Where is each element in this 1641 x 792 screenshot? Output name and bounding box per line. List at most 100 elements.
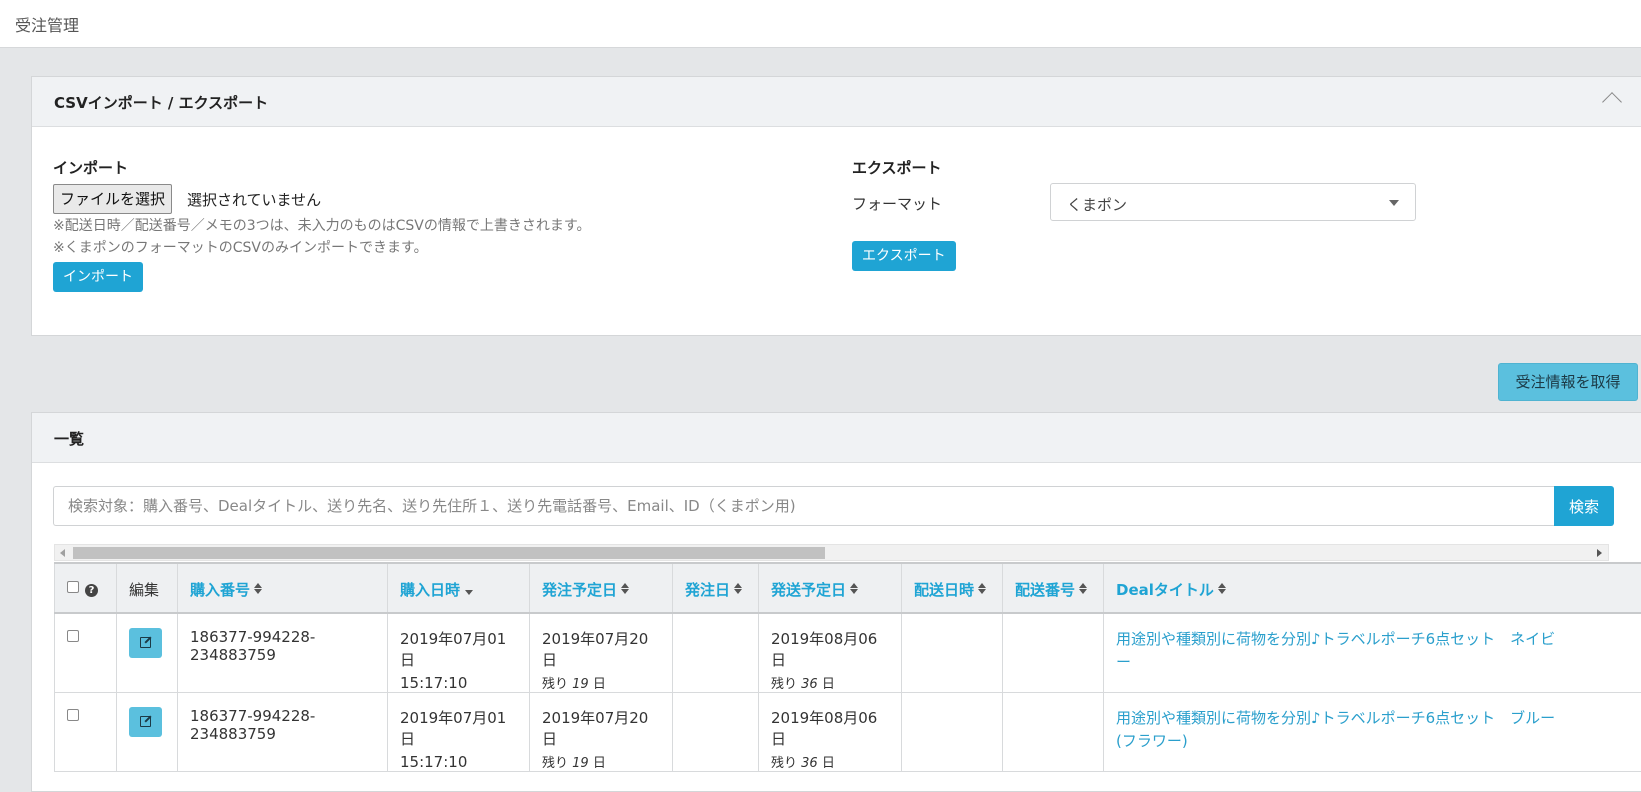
purchase-time: 15:17:10 — [400, 753, 517, 771]
col-purchase-no[interactable]: 購入番号 — [178, 563, 388, 613]
deal-title-cell[interactable]: 用途別や種類別に荷物を分別♪トラベルポーチ6点セット ブルー(フラワー) — [1104, 693, 1641, 772]
delivery-datetime-cell — [902, 693, 1003, 772]
col-delivery-datetime-label: 配送日時 — [914, 581, 974, 599]
order-planned-cell: 2019年07月20日残り 19 日 — [530, 613, 673, 693]
col-deal-title[interactable]: Dealタイトル — [1104, 563, 1641, 613]
sort-icon — [621, 583, 629, 594]
import-note-2: ※くまポンのフォーマットのCSVのみインポートできます。 — [53, 237, 428, 257]
sort-icon — [978, 583, 986, 594]
row-edit-cell — [117, 613, 178, 693]
sort-icon — [1218, 583, 1226, 594]
csv-panel-header[interactable]: CSVインポート / エクスポート — [32, 77, 1641, 127]
select-all-checkbox[interactable] — [67, 581, 79, 593]
purchase-no-cell: 186377-994228-234883759 — [178, 613, 388, 693]
table-row: 186377-994228-234883759 2019年07月01日 15:17… — [55, 693, 1641, 772]
ship-remain: 残り 36 日 — [771, 752, 889, 771]
export-button[interactable]: エクスポート — [852, 241, 956, 271]
edit-button[interactable] — [129, 628, 162, 658]
purchase-date: 2019年07月01日 — [400, 628, 517, 670]
row-checkbox[interactable] — [67, 709, 79, 721]
ship-planned-date: 2019年08月06日 — [771, 707, 889, 749]
row-edit-cell — [117, 693, 178, 772]
collapse-chevron-icon[interactable] — [1602, 92, 1622, 112]
order-planned-date: 2019年07月20日 — [542, 628, 660, 670]
format-label: フォーマット — [852, 193, 942, 214]
row-checkbox[interactable] — [67, 630, 79, 642]
deal-title-cell[interactable]: 用途別や種類別に荷物を分別♪トラベルポーチ6点セット ネイビー — [1104, 613, 1641, 693]
import-note-1: ※配送日時／配送番号／メモの3つは、未入力のものはCSVの情報で上書きされます。 — [53, 215, 590, 235]
delivery-datetime-cell — [902, 613, 1003, 693]
scroll-right-icon[interactable] — [1597, 549, 1602, 557]
help-icon[interactable]: ? — [85, 584, 98, 597]
col-deal-title-label: Dealタイトル — [1116, 581, 1214, 599]
col-order-planned-label: 発注予定日 — [542, 581, 617, 599]
export-heading: エクスポート — [852, 157, 942, 178]
scroll-left-icon[interactable] — [60, 549, 65, 557]
format-select[interactable]: くまポン — [1050, 183, 1416, 221]
deal-title-link[interactable]: 用途別や種類別に荷物を分別♪トラベルポーチ6点セット ブルー — [1116, 707, 1641, 728]
col-order-date-label: 発注日 — [685, 581, 730, 599]
col-ship-planned[interactable]: 発送予定日 — [759, 563, 902, 613]
csv-panel: CSVインポート / エクスポート インポート ファイルを選択 選択されていませ… — [31, 76, 1641, 336]
deal-title-cont[interactable]: ー — [1116, 651, 1641, 672]
purchase-date-cell: 2019年07月01日 15:17:10 — [388, 693, 530, 772]
ship-planned-cell: 2019年08月06日残り 36 日 — [759, 693, 902, 772]
search-button[interactable]: 検索 — [1554, 486, 1614, 526]
purchase-date: 2019年07月01日 — [400, 707, 517, 749]
sort-desc-icon — [465, 590, 473, 595]
col-delivery-no[interactable]: 配送番号 — [1003, 563, 1104, 613]
sort-icon — [850, 583, 858, 594]
deal-title-link[interactable]: 用途別や種類別に荷物を分別♪トラベルポーチ6点セット ネイビ — [1116, 628, 1641, 649]
table-header-row: ? 編集 購入番号 購入日時 発注予定日 発注日 発送予定日 配送日時 配送番号… — [55, 563, 1641, 613]
fetch-orders-button[interactable]: 受注情報を取得 — [1498, 363, 1638, 401]
order-remain: 残り 19 日 — [542, 752, 660, 771]
deal-title-cont[interactable]: (フラワー) — [1116, 730, 1641, 751]
top-bar: 受注管理 — [0, 0, 1641, 48]
orders-table: ? 編集 購入番号 購入日時 発注予定日 発注日 発送予定日 配送日時 配送番号… — [54, 562, 1641, 772]
order-planned-cell: 2019年07月20日残り 19 日 — [530, 693, 673, 772]
sort-icon — [1079, 583, 1087, 594]
delivery-no-cell — [1003, 693, 1104, 772]
purchase-date-cell: 2019年07月01日15:17:10 — [388, 613, 530, 693]
import-button[interactable]: インポート — [53, 262, 143, 292]
page-title: 受注管理 — [15, 12, 79, 36]
table-row: 186377-994228-234883759 2019年07月01日15:17… — [55, 613, 1641, 693]
col-order-planned[interactable]: 発注予定日 — [530, 563, 673, 613]
row-select-cell — [55, 693, 117, 772]
scroll-thumb[interactable] — [73, 547, 825, 559]
ship-remain: 残り 36 日 — [771, 673, 889, 692]
search-input[interactable] — [53, 486, 1554, 526]
col-delivery-no-label: 配送番号 — [1015, 581, 1075, 599]
order-planned-date: 2019年07月20日 — [542, 707, 660, 749]
ship-planned-date: 2019年08月06日 — [771, 628, 889, 670]
horizontal-scrollbar[interactable] — [54, 544, 1609, 561]
list-panel: 一覧 検索 ? 編集 購入番号 購入日時 発注予定日 発注日 発送予定日 — [31, 412, 1641, 792]
sort-icon — [254, 583, 262, 594]
col-purchase-date[interactable]: 購入日時 — [388, 563, 530, 613]
col-ship-planned-label: 発送予定日 — [771, 581, 846, 599]
ship-planned-cell: 2019年08月06日残り 36 日 — [759, 613, 902, 693]
order-date-cell — [673, 693, 759, 772]
list-panel-title: 一覧 — [54, 428, 84, 449]
select-all-header: ? — [55, 563, 117, 613]
search-bar: 検索 — [53, 486, 1609, 526]
col-edit-label: 編集 — [129, 581, 159, 599]
caret-down-icon — [1389, 200, 1399, 206]
col-edit: 編集 — [117, 563, 178, 613]
col-delivery-datetime[interactable]: 配送日時 — [902, 563, 1003, 613]
import-heading: インポート — [53, 157, 128, 178]
sort-icon — [734, 583, 742, 594]
choose-file-button[interactable]: ファイルを選択 — [53, 184, 172, 214]
delivery-no-cell — [1003, 613, 1104, 693]
list-panel-header: 一覧 — [32, 413, 1641, 463]
col-order-date[interactable]: 発注日 — [673, 563, 759, 613]
file-status-text: 選択されていません — [187, 189, 321, 210]
order-remain: 残り 19 日 — [542, 673, 660, 692]
csv-panel-title: CSVインポート / エクスポート — [54, 92, 268, 113]
order-date-cell — [673, 613, 759, 693]
row-select-cell — [55, 613, 117, 693]
col-purchase-date-label: 購入日時 — [400, 581, 460, 599]
purchase-no-cell: 186377-994228-234883759 — [178, 693, 388, 772]
format-select-value: くまポン — [1067, 194, 1127, 215]
edit-button[interactable] — [129, 707, 162, 737]
